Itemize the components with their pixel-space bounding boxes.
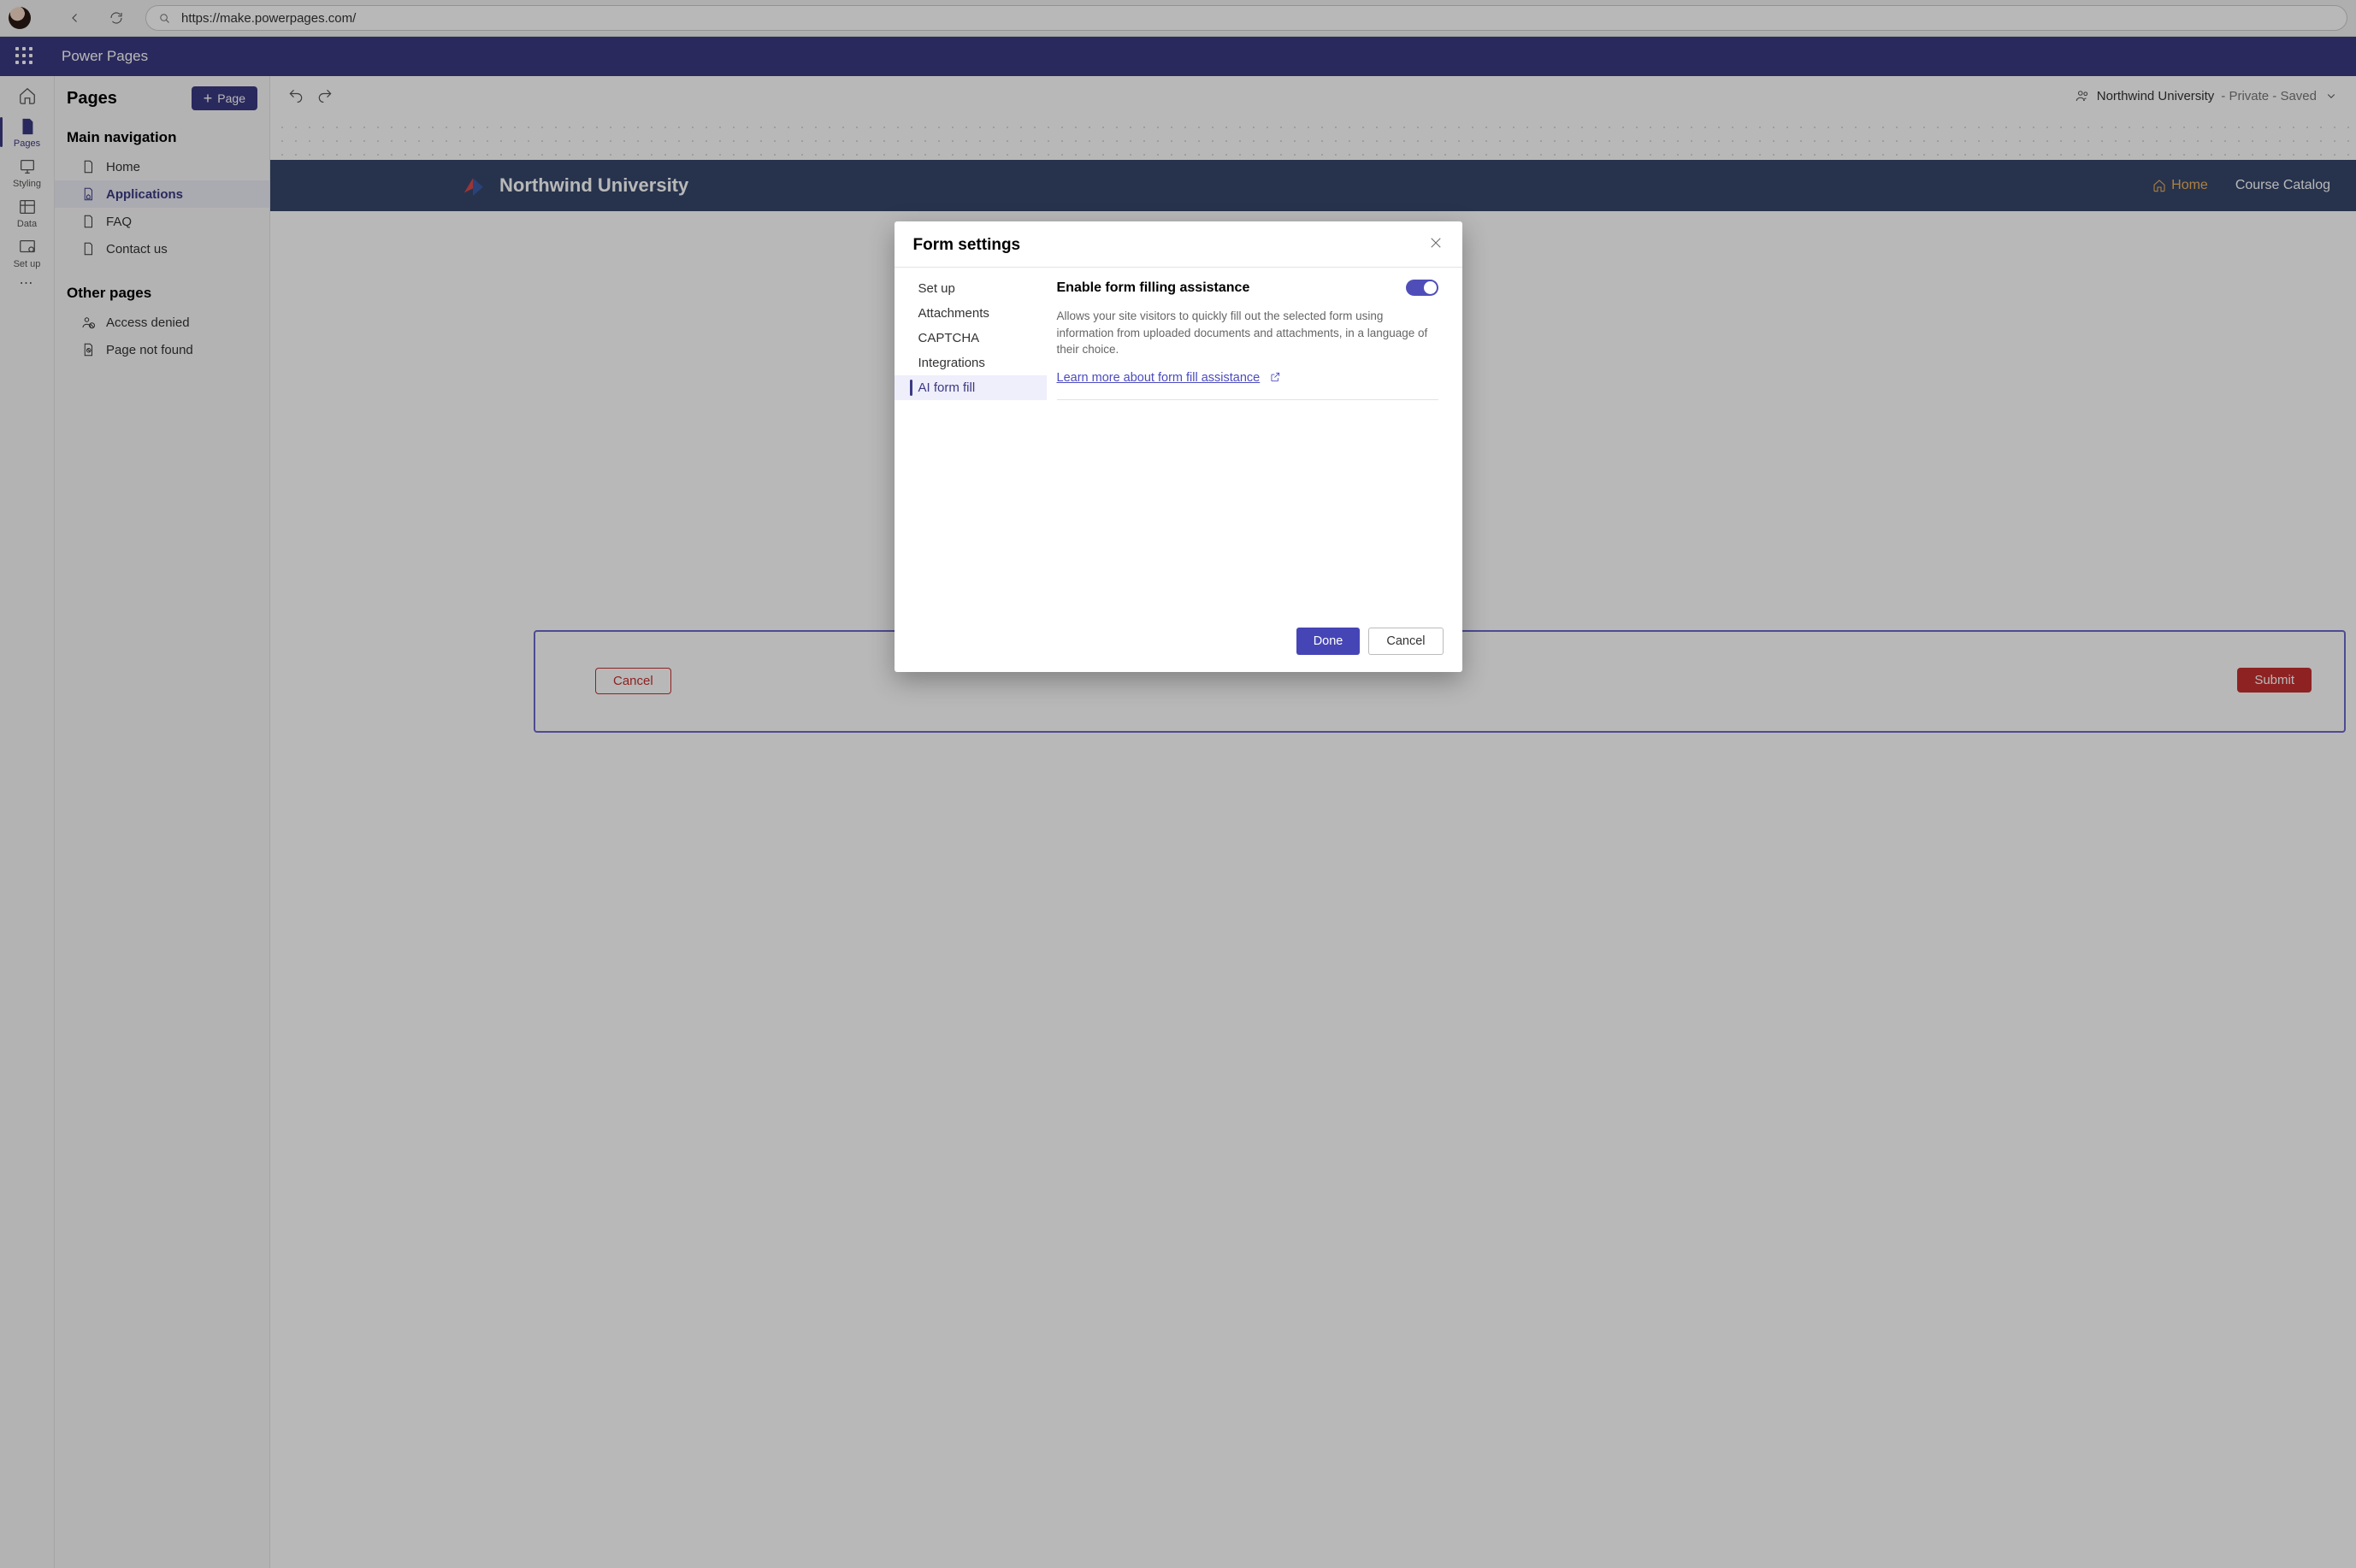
learn-more-link[interactable]: Learn more about form fill assistance (1057, 371, 1261, 385)
enable-assistance-description: Allows your site visitors to quickly fil… (1057, 308, 1438, 358)
done-button[interactable]: Done (1296, 628, 1361, 655)
enable-assistance-toggle[interactable] (1406, 280, 1438, 296)
close-icon (1428, 235, 1444, 251)
dialog-sidebar: Set up Attachments CAPTCHA Integrations … (895, 268, 1047, 619)
form-settings-dialog: Form settings Set up Attachments CAPTCHA… (895, 221, 1462, 672)
external-link-icon (1269, 371, 1281, 383)
tab-ai-form-fill[interactable]: AI form fill (895, 375, 1047, 400)
tab-attachments[interactable]: Attachments (895, 301, 1047, 326)
cancel-button[interactable]: Cancel (1368, 628, 1443, 655)
tab-captcha[interactable]: CAPTCHA (895, 326, 1047, 351)
close-button[interactable] (1428, 235, 1444, 255)
tab-integrations[interactable]: Integrations (895, 351, 1047, 375)
tab-setup[interactable]: Set up (895, 276, 1047, 301)
dialog-title: Form settings (913, 236, 1021, 255)
enable-assistance-heading: Enable form filling assistance (1057, 280, 1250, 296)
